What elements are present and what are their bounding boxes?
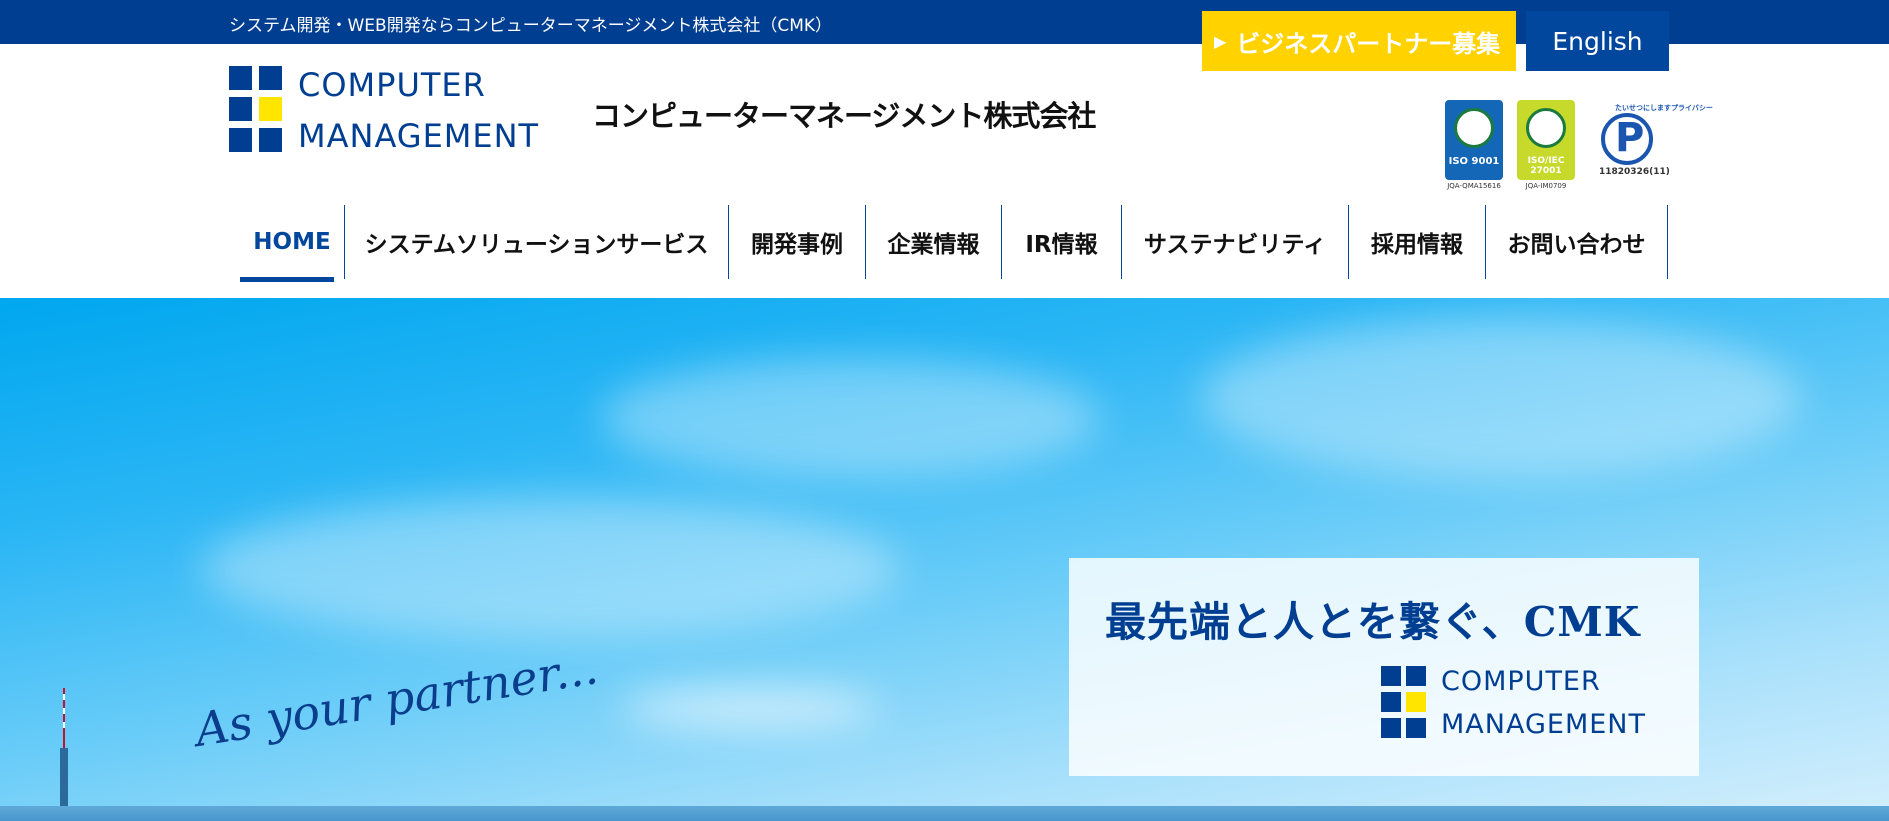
iso27001-badge: ISO/IEC 27001 JQA-IM0709 (1517, 100, 1575, 190)
sea (0, 806, 1889, 821)
nav-sustainability[interactable]: サステナビリティ (1122, 205, 1349, 279)
hero-script-tagline: As your partner... (191, 640, 602, 757)
company-name-jp: コンピューターマネージメント株式会社 (592, 99, 1096, 133)
nav-company-info[interactable]: 企業情報 (866, 205, 1002, 279)
nav-recruit[interactable]: 採用情報 (1349, 205, 1486, 279)
logo-mark-icon (229, 66, 283, 152)
hero-logo-line-2: MANAGEMENT (1441, 709, 1646, 740)
business-partner-button[interactable]: ▶ ビジネスパートナー募集 (1202, 11, 1516, 71)
triangle-right-icon: ▶ (1214, 31, 1227, 51)
privacy-mark-badge: たいせつにしますプライバシー P 11820326(11) (1599, 104, 1713, 177)
lighthouse-icon (60, 688, 68, 821)
hero-logo-line-1: COMPUTER (1441, 666, 1601, 697)
main-nav: HOME システムソリューションサービス 開発事例 企業情報 IR情報 サステナ… (240, 205, 1668, 282)
hero-message-box: 最先端と人とを繋ぐ、CMK COMPUTER MANAGEMENT (1069, 558, 1699, 776)
hero-headline: 最先端と人とを繋ぐ、CMK (1105, 598, 1641, 646)
nav-home[interactable]: HOME (240, 205, 345, 282)
jqa-icon (1526, 108, 1566, 148)
nav-case-studies[interactable]: 開発事例 (729, 205, 866, 279)
hero-banner: As your partner... 最先端と人とを繋ぐ、CMK COMPUTE… (0, 298, 1889, 821)
english-button[interactable]: English (1526, 11, 1669, 71)
logo-mark-icon (1381, 666, 1427, 739)
jqa-icon (1454, 108, 1494, 148)
nav-ir-info[interactable]: IR情報 (1002, 205, 1122, 279)
site-tagline: システム開発・WEB開発ならコンピューターマネージメント株式会社（CMK） (229, 16, 833, 36)
iso9001-badge: ISO 9001 JQA-QMA15616 (1445, 100, 1503, 190)
business-partner-label: ビジネスパートナー募集 (1236, 29, 1501, 58)
logo-line-1: COMPUTER (298, 66, 486, 104)
nav-system-solution[interactable]: システムソリューションサービス (345, 205, 729, 279)
nav-contact[interactable]: お問い合わせ (1486, 205, 1668, 279)
logo-line-2: MANAGEMENT (298, 117, 540, 155)
